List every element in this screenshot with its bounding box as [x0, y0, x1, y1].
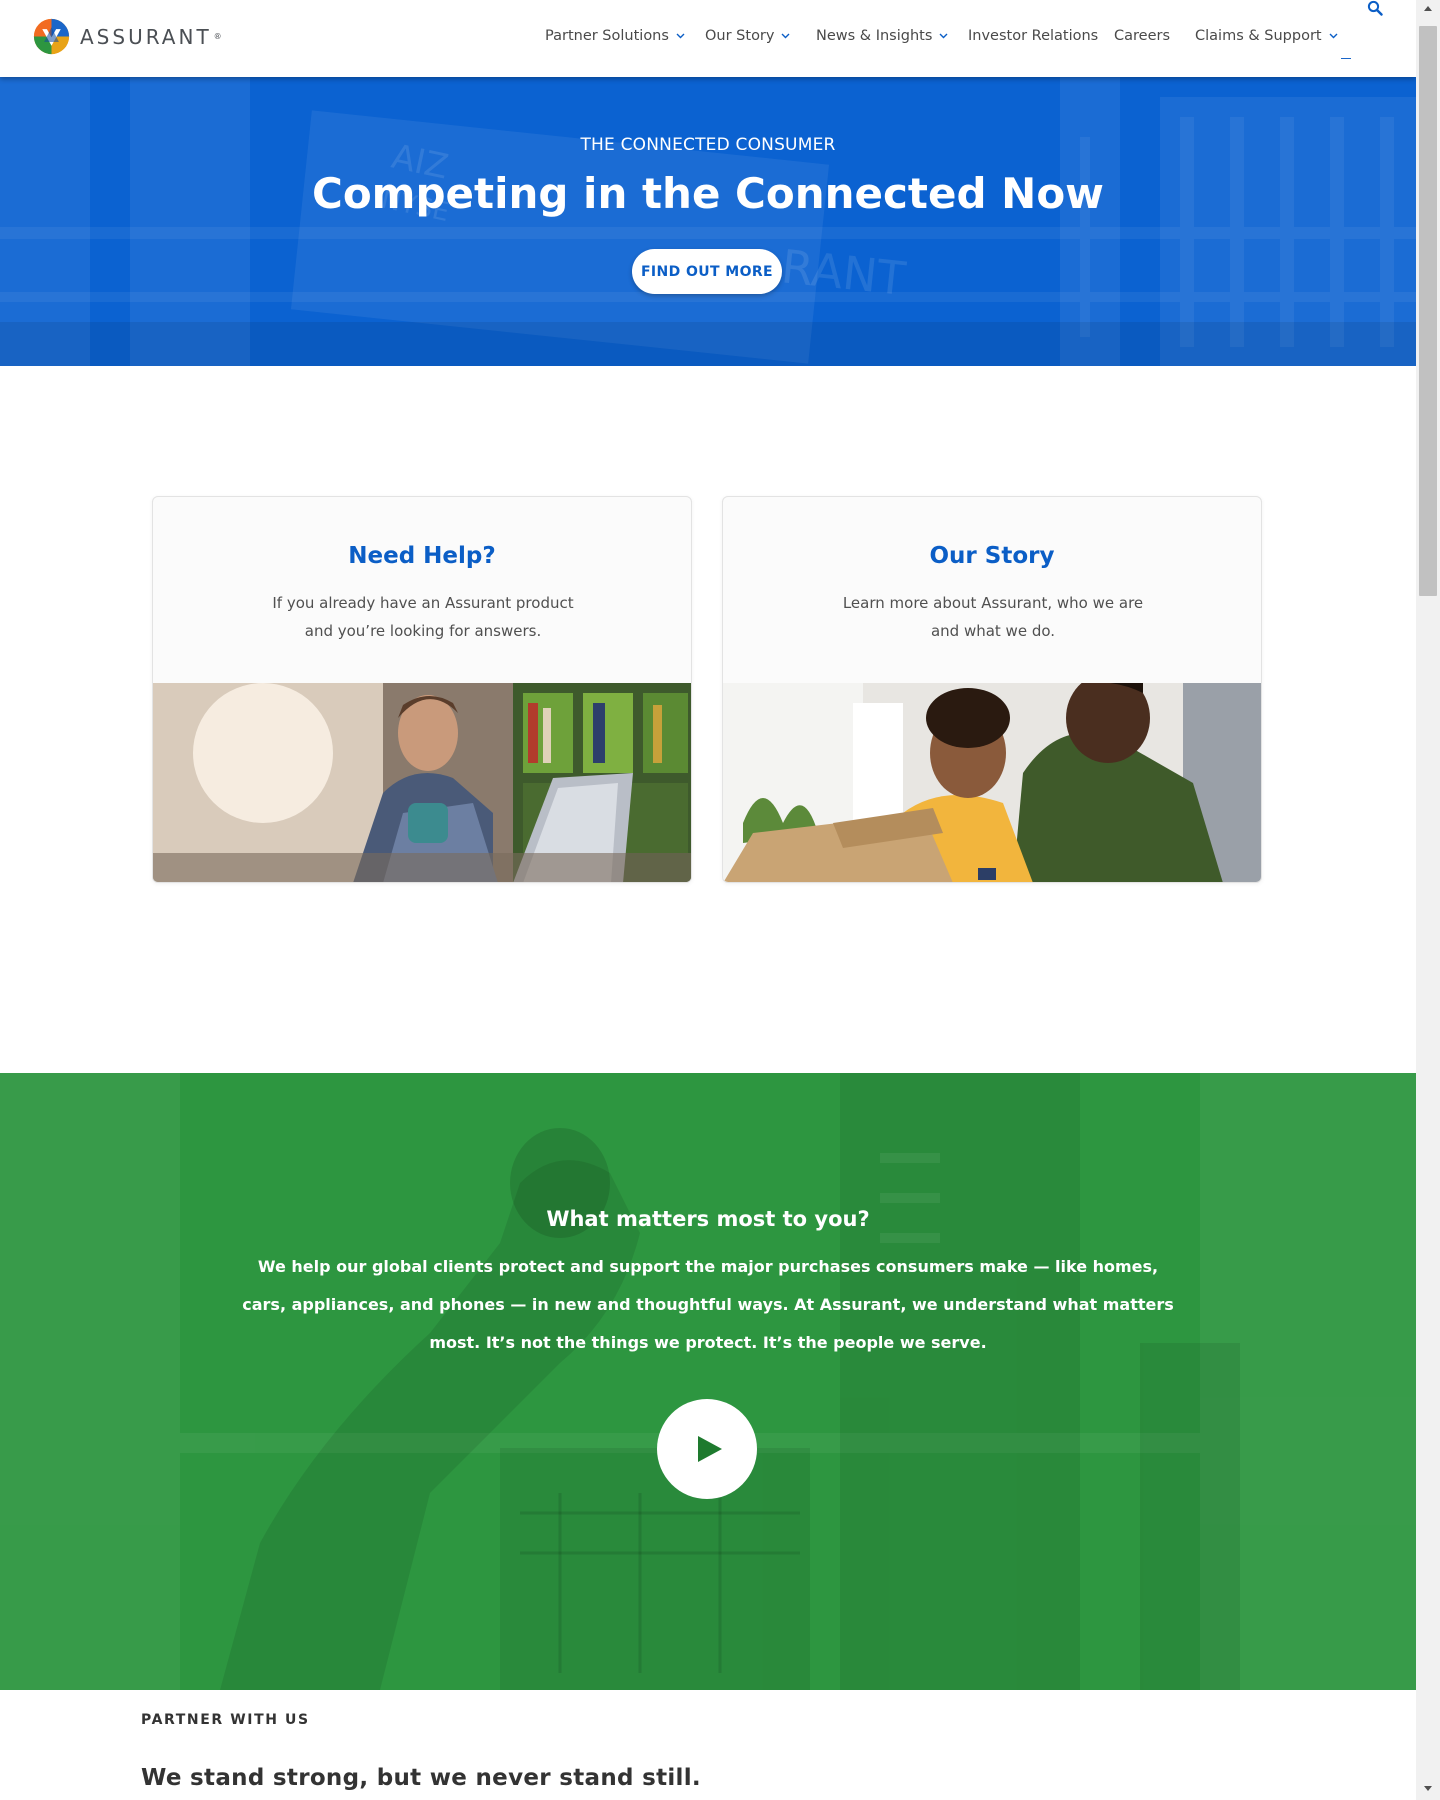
- kitchen-background-image: [0, 1073, 1416, 1690]
- card-title: Our Story: [929, 543, 1055, 569]
- hero-eyebrow: THE CONNECTED CONSUMER: [580, 135, 836, 155]
- nav-label: Investor Relations: [968, 28, 1099, 44]
- card-title: Need Help?: [348, 543, 496, 569]
- father-and-son-image: [723, 683, 1261, 882]
- page: ASSURANT ® Partner Solutions Our Story N…: [0, 0, 1440, 1800]
- hero-title: Competing in the Connected Now: [312, 169, 1104, 218]
- nav-partner-solutions[interactable]: Partner Solutions: [545, 28, 685, 44]
- nav-label: Careers: [1114, 28, 1171, 44]
- find-out-more-button[interactable]: FIND OUT MORE: [632, 249, 782, 294]
- scrollbar-thumb[interactable]: [1419, 26, 1437, 596]
- play-icon: [698, 1436, 722, 1462]
- search-underline: [1341, 58, 1351, 59]
- nav-claims-support[interactable]: Claims & Support: [1195, 28, 1338, 44]
- video-description: We help our global clients protect and s…: [242, 1257, 1174, 1352]
- partner-title: We stand strong, but we never stand stil…: [141, 1765, 701, 1791]
- hero-banner: AIZ NYSE RANT THE CONNECTED CONSUMER Com…: [0, 77, 1416, 366]
- nav-careers[interactable]: Careers: [1114, 28, 1170, 44]
- site-header: ASSURANT ® Partner Solutions Our Story N…: [0, 0, 1416, 77]
- need-help-card[interactable]: Need Help? If you already have an Assura…: [152, 496, 692, 883]
- nav-label: Our Story: [705, 28, 775, 44]
- play-video-button[interactable]: [657, 1399, 757, 1499]
- card-description: Learn more about Assurant, who we are an…: [842, 594, 1144, 640]
- nav-label: Partner Solutions: [545, 28, 669, 44]
- nav-label: Claims & Support: [1195, 28, 1322, 44]
- page-scrollbar[interactable]: [1416, 0, 1440, 1800]
- search-icon[interactable]: [1367, 0, 1383, 16]
- nav-investor-relations[interactable]: Investor Relations: [968, 28, 1098, 44]
- nav-label: News & Insights: [816, 28, 933, 44]
- our-story-card[interactable]: Our Story Learn more about Assurant, who…: [722, 496, 1262, 883]
- scroll-down-arrow-icon[interactable]: [1424, 1786, 1432, 1791]
- chevron-down-icon: [939, 33, 948, 39]
- main-nav: Partner Solutions Our Story News & Insig…: [0, 28, 1416, 48]
- chevron-down-icon: [676, 33, 685, 39]
- scroll-up-arrow-icon[interactable]: [1424, 6, 1432, 11]
- hero-background-image: AIZ NYSE RANT: [0, 77, 1416, 366]
- video-section: What matters most to you? We help our gl…: [0, 1073, 1416, 1690]
- chevron-down-icon: [781, 33, 790, 39]
- nav-news-insights[interactable]: News & Insights: [816, 28, 948, 44]
- man-with-laptop-image: [153, 683, 691, 882]
- nav-our-story[interactable]: Our Story: [705, 28, 790, 44]
- partner-eyebrow: PARTNER WITH US: [141, 1712, 310, 1728]
- video-heading: What matters most to you?: [546, 1207, 870, 1231]
- card-description: If you already have an Assurant product …: [272, 594, 574, 640]
- chevron-down-icon: [1329, 33, 1338, 39]
